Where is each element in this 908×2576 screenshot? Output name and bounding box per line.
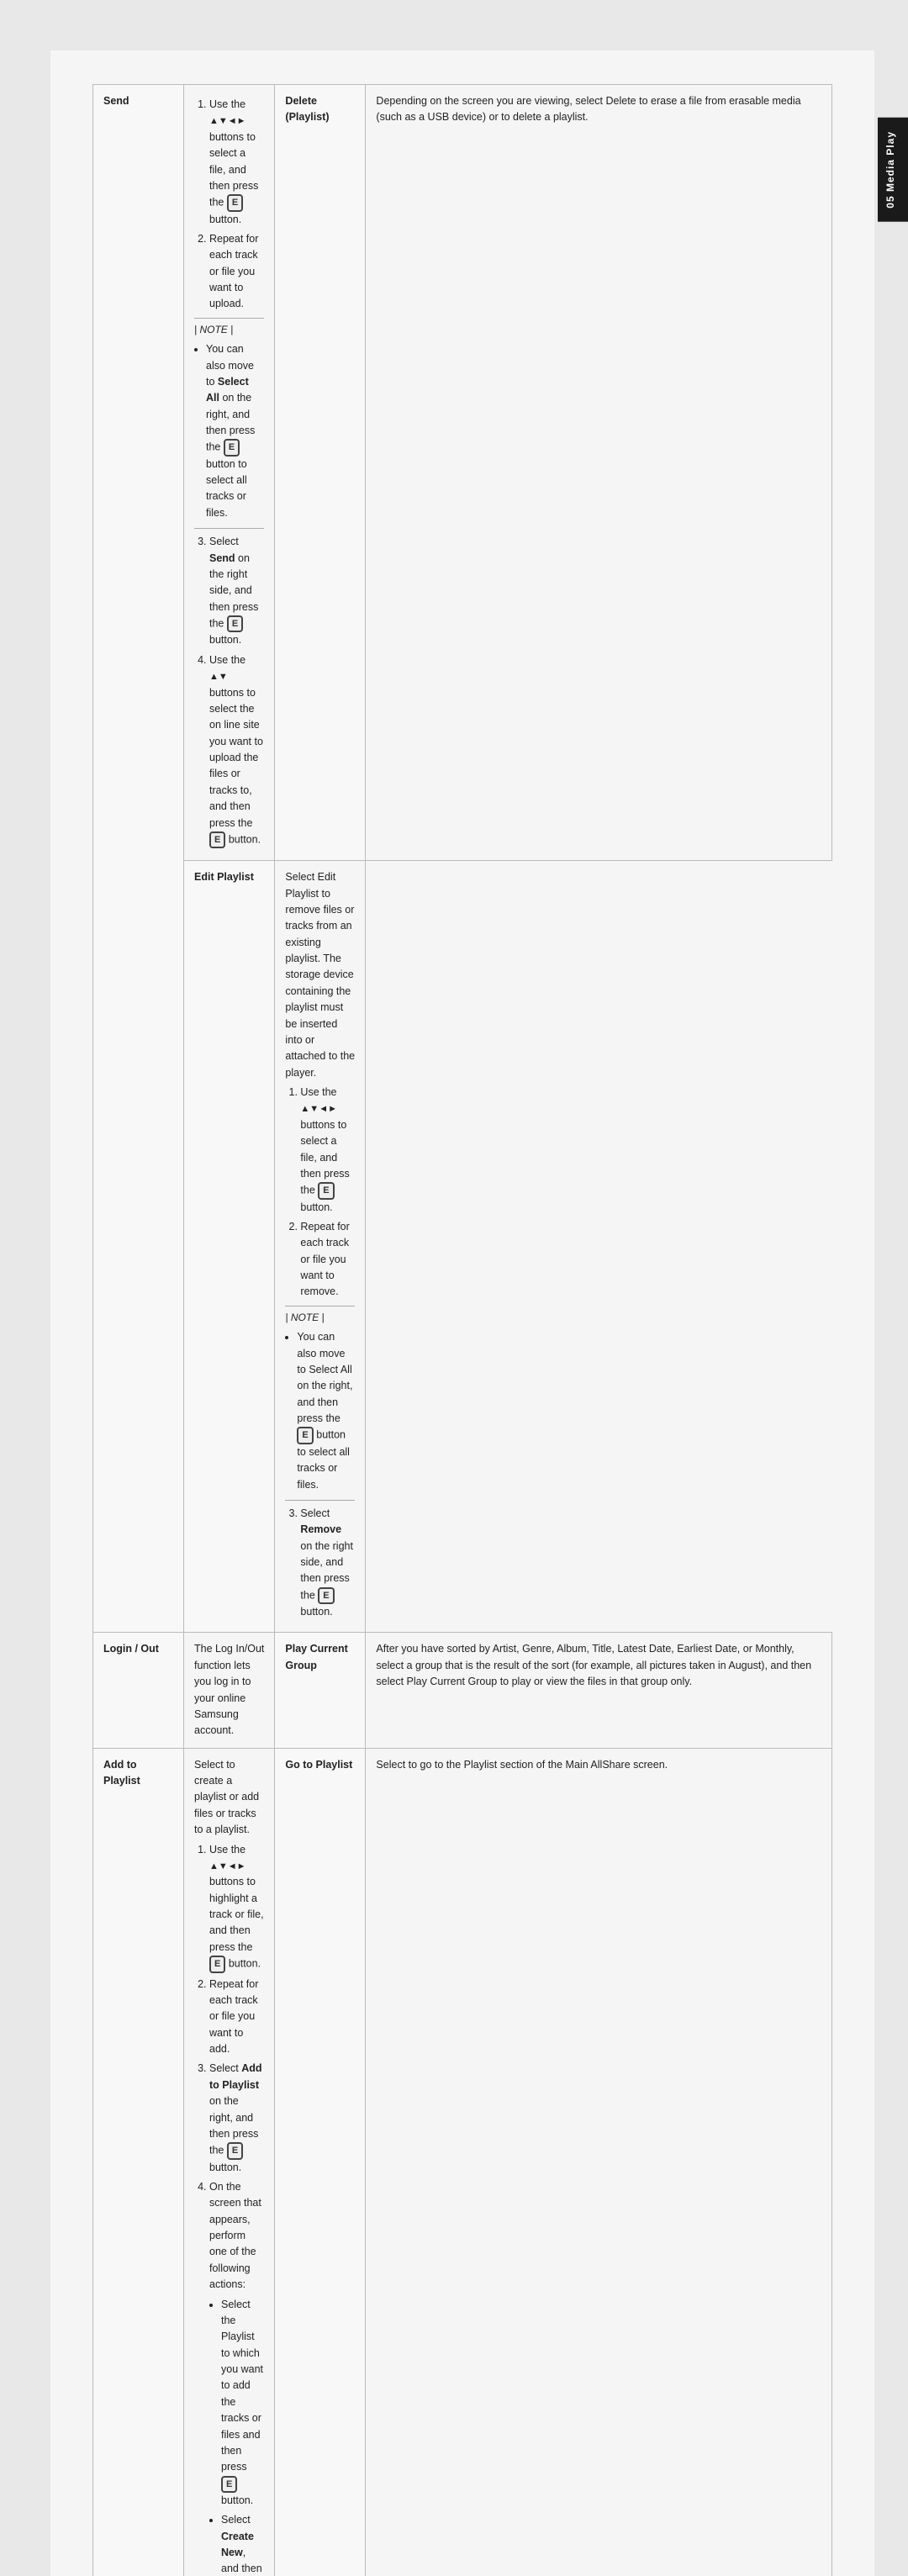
add-to-playlist-content: Select to create a playlist or add files… xyxy=(184,1748,275,2576)
go-to-playlist-content: Select to go to the Playlist section of … xyxy=(366,1748,832,2576)
send-top-content: Use the ▲▼◄► buttons to select a file, a… xyxy=(184,85,275,861)
table-row: Login / Out The Log In/Out function lets… xyxy=(93,1633,832,1748)
send-label: Send xyxy=(93,85,184,1633)
table-row: Add to Playlist Select to create a playl… xyxy=(93,1748,832,2576)
table-row: Send Use the ▲▼◄► buttons to select a fi… xyxy=(93,85,832,861)
go-to-playlist-label: Go to Playlist xyxy=(275,1748,366,2576)
login-out-label: Login / Out xyxy=(93,1633,184,1748)
add-to-playlist-label: Add to Playlist xyxy=(93,1748,184,2576)
main-content-table: Send Use the ▲▼◄► buttons to select a fi… xyxy=(92,84,832,2576)
play-current-group-label: Play Current Group xyxy=(275,1633,366,1748)
login-out-content: The Log In/Out function lets you log in … xyxy=(184,1633,275,1748)
delete-playlist-content: Depending on the screen you are viewing,… xyxy=(366,85,832,861)
play-current-group-content: After you have sorted by Artist, Genre, … xyxy=(366,1633,832,1748)
delete-playlist-label: Delete (Playlist) xyxy=(275,85,366,861)
edit-playlist-content: Select Edit Playlist to remove files or … xyxy=(275,861,366,1633)
edit-playlist-label: Edit Playlist xyxy=(184,861,275,1633)
table-row: Edit Playlist Select Edit Playlist to re… xyxy=(93,861,832,1633)
chapter-tab: 05 Media Play xyxy=(878,118,908,222)
